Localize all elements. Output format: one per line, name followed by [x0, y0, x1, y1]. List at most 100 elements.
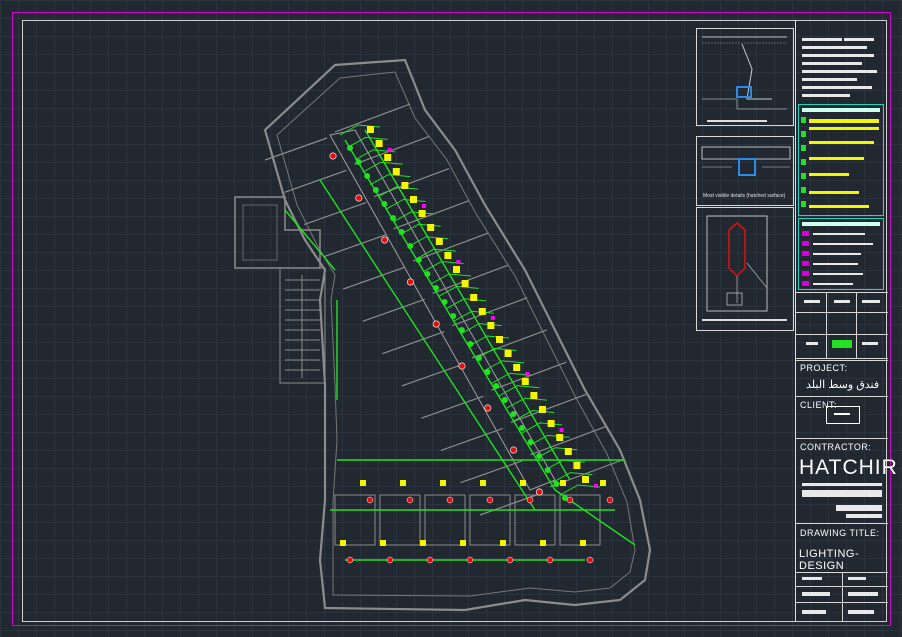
light-fixture	[496, 336, 503, 343]
switch-marker	[466, 556, 474, 564]
light-fixture	[418, 210, 426, 217]
building-outline	[263, 58, 652, 612]
light-fixture	[500, 540, 506, 546]
floor-plan-drawing	[234, 58, 652, 612]
project-label: PROJECT:	[800, 363, 848, 373]
light-fixture	[556, 434, 564, 441]
room-partition	[382, 331, 445, 355]
light-point	[398, 229, 405, 235]
detail-2-drawing	[701, 146, 791, 176]
circuit-line	[284, 209, 336, 271]
switch-marker	[526, 496, 534, 504]
room-partition	[421, 395, 484, 419]
switch-marker	[566, 496, 574, 504]
light-fixture	[401, 182, 409, 189]
light-point	[501, 397, 508, 403]
light-fixture	[410, 196, 417, 203]
room-block	[424, 494, 466, 546]
light-point	[407, 243, 414, 249]
room-partition	[303, 201, 367, 226]
circuit-line	[364, 129, 571, 481]
light-fixture	[513, 364, 521, 371]
light-point	[424, 271, 431, 277]
switch-marker	[510, 446, 518, 454]
room-partition	[452, 297, 528, 327]
light-point	[527, 439, 534, 445]
detail-2-box: Most visible details (hatched surface)	[696, 136, 794, 206]
room-partition	[479, 492, 543, 516]
switch-marker	[506, 556, 514, 564]
light-fixture	[478, 308, 486, 315]
room-partition	[401, 363, 465, 387]
light-point	[458, 327, 465, 333]
switch-marker	[484, 404, 492, 412]
project-name: فندق وسط البلد	[806, 379, 880, 391]
detail-2-caption: Most visible details (hatched surface)	[703, 193, 786, 199]
light-point	[467, 341, 474, 347]
light-point	[484, 369, 491, 375]
socket-marker	[559, 428, 564, 432]
light-point	[544, 467, 551, 473]
staircase	[279, 267, 326, 384]
room-walls	[264, 103, 626, 546]
light-fixture	[564, 448, 572, 455]
switch-marker	[486, 496, 494, 504]
floor-plan[interactable]	[225, 40, 665, 620]
room-partition	[284, 169, 347, 193]
light-fixture	[360, 480, 366, 486]
light-fixture	[480, 480, 486, 486]
light-point	[510, 411, 517, 417]
switch-marker	[546, 556, 554, 564]
switch-marker	[406, 278, 414, 286]
room-partition	[342, 266, 406, 290]
contractor-label: CONTRACTOR:	[800, 442, 872, 452]
detail-1-drawing	[702, 36, 787, 122]
light-fixture	[461, 280, 469, 287]
light-fixture	[375, 140, 383, 147]
light-fixture	[460, 540, 466, 546]
detail-3-box	[696, 207, 794, 331]
client-logo-rectangle-icon	[826, 406, 860, 424]
sheet-info-table	[796, 572, 888, 622]
light-fixture	[582, 476, 589, 483]
room-block	[559, 494, 601, 546]
detail-3-drawing	[702, 215, 787, 321]
light-fixture	[427, 224, 435, 231]
light-fixture	[600, 480, 606, 486]
room-partition	[323, 234, 386, 258]
socket-marker	[387, 148, 392, 152]
revision-table	[796, 292, 888, 359]
socket-marker	[594, 484, 598, 488]
switch-marker	[406, 496, 414, 504]
light-fixture	[487, 322, 495, 329]
room-block	[514, 494, 556, 546]
light-fixture	[340, 540, 346, 546]
room-partition	[432, 264, 508, 294]
switch-marker	[346, 556, 354, 564]
circuit-branch	[385, 198, 426, 210]
light-fixture	[573, 462, 581, 469]
light-fixture	[400, 480, 406, 486]
light-fixture	[440, 480, 446, 486]
light-point	[381, 201, 388, 207]
light-fixture	[547, 420, 555, 427]
drawing-title: LIGHTING-DESIGN	[799, 548, 860, 572]
light-point	[519, 425, 525, 431]
switch-marker	[432, 320, 440, 328]
light-fixture	[539, 406, 546, 413]
light-fixture	[384, 154, 392, 161]
light-fixtures	[329, 126, 614, 564]
circuit-branch	[377, 186, 418, 198]
light-point	[390, 215, 396, 221]
switch-marker	[446, 496, 454, 504]
corridor	[329, 129, 556, 491]
light-point	[355, 159, 362, 165]
light-fixture	[453, 266, 460, 273]
lighting-legend-1	[798, 104, 884, 216]
socket-marker	[456, 260, 461, 264]
light-point	[493, 383, 500, 389]
light-fixture	[521, 378, 529, 385]
light-fixture	[520, 480, 526, 486]
light-fixture	[392, 168, 400, 175]
switch-marker	[586, 556, 594, 564]
